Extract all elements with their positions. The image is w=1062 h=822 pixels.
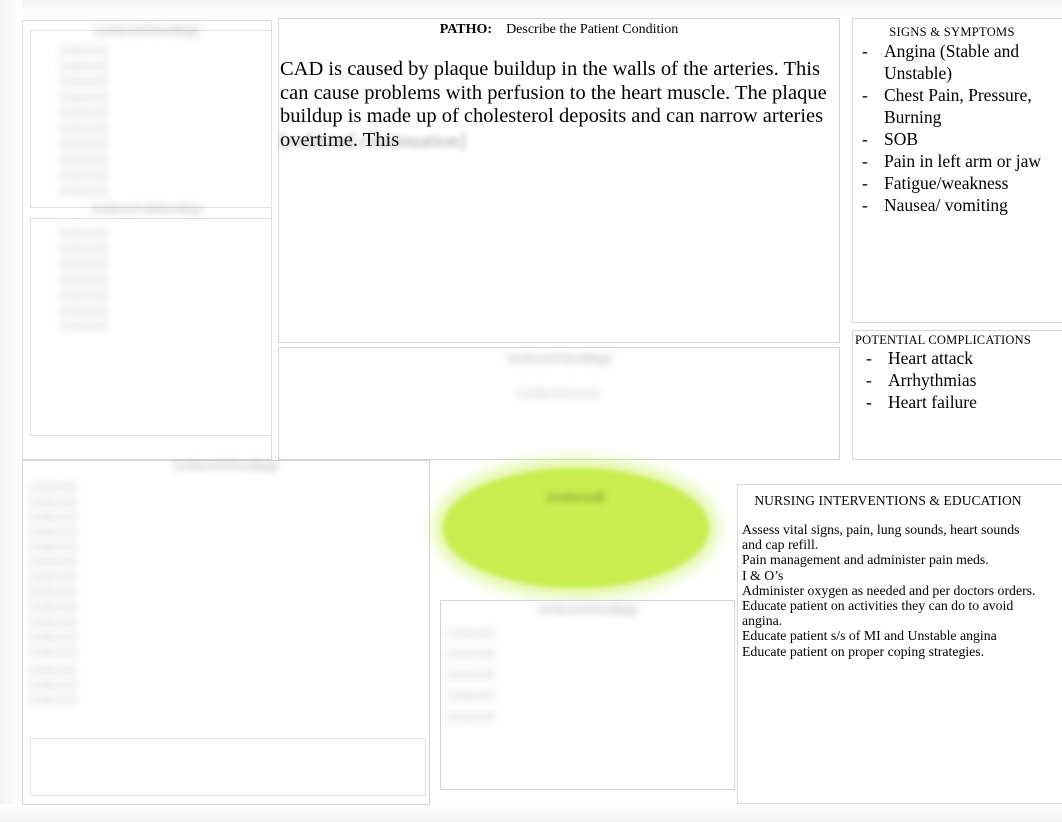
dash-bullet: -: [862, 173, 868, 193]
text-line: [redacted]: [60, 60, 107, 73]
text-line: [redacted]: [60, 227, 107, 239]
text-line: [redacted]: [60, 320, 107, 332]
text-line: [redacted]: [446, 688, 495, 702]
text-line: [redacted]: [30, 526, 77, 538]
text-line: [redacted]: [60, 258, 107, 270]
text-line: [redacted]: [446, 625, 495, 639]
top-left-lines-b: [redacted] [redacted] [redacted] [redact…: [60, 226, 275, 335]
list-item: - Arrhythmias: [866, 369, 1056, 391]
text-line: [redacted]: [30, 679, 77, 691]
dash-bullet: -: [866, 392, 872, 412]
patho-heading-text: Describe the Patient Condition: [506, 22, 679, 37]
bottom-middle-lines: [redacted] [redacted] [redacted] [redact…: [446, 622, 736, 727]
text-line: [redacted]: [60, 76, 107, 88]
list-item: - Angina (Stable and Unstable): [862, 40, 1062, 84]
text-line: [redacted]: [30, 664, 77, 676]
page-left-shading: [0, 0, 22, 822]
text-line: [redacted]: [60, 242, 107, 255]
list-item: - Fatigue/weakness: [862, 172, 1062, 194]
signs-symptoms-list: - Angina (Stable and Unstable) - Chest P…: [862, 40, 1062, 216]
list-item: - Heart failure: [866, 391, 1056, 413]
text-line: [redacted]: [60, 273, 107, 286]
potential-complications-list: - Heart attack - Arrhythmias - Heart fai…: [866, 347, 1056, 413]
concept-map-page: [redacted heading] [redacted subheading]…: [0, 0, 1062, 822]
list-item: - SOB: [862, 128, 1062, 150]
text-line: [redacted]: [60, 138, 107, 150]
text-line: [redacted]: [60, 304, 107, 317]
text-line: [redacted]: [30, 694, 77, 706]
dash-bullet: -: [862, 129, 868, 149]
text-line: [redacted]: [60, 169, 107, 181]
text-line: [redacted]: [30, 541, 77, 553]
middle-subtext: [redacted text]: [518, 386, 600, 401]
text-line: [redacted]: [60, 45, 107, 57]
text-line: [redacted]: [30, 481, 77, 493]
potential-complications-heading: POTENTIAL COMPLICATIONS: [854, 333, 1031, 347]
text-line: [redacted]: [446, 646, 495, 660]
list-item-label: Chest Pain, Pressure, Burning: [884, 85, 1032, 127]
page-top-shading: [0, 0, 1062, 16]
nursing-interventions-list: Assess vital signs, pain, lung sounds, h…: [742, 522, 1042, 659]
list-item-label: Pain in left arm or jaw: [884, 151, 1041, 171]
list-item: Educate patient s/s of MI and Unstable a…: [742, 628, 997, 644]
page-bottom-shading: [0, 804, 1062, 822]
patho-label: PATHO:: [439, 22, 493, 37]
text-line: [redacted]: [446, 709, 495, 723]
middle-heading: [redacted heading]: [506, 350, 612, 365]
list-item-label: Heart failure: [888, 392, 977, 412]
bottom-left-lines-secondary: [redacted] [redacted] [redacted]: [30, 663, 310, 708]
list-item-label: Arrhythmias: [888, 370, 977, 390]
text-line: [redacted]: [30, 586, 77, 598]
bottom-left-heading: [redacted heading]: [173, 457, 279, 472]
text-line: [redacted]: [60, 107, 107, 119]
dash-bullet: -: [862, 41, 868, 61]
list-item: - Nausea/ vomiting: [862, 194, 1062, 216]
list-item: - Pain in left arm or jaw: [862, 150, 1062, 172]
dash-bullet: -: [862, 195, 868, 215]
list-item: Educate patient on proper coping strateg…: [742, 643, 985, 659]
list-item-label: SOB: [884, 129, 919, 149]
bottom-left-subpanel: [30, 738, 426, 796]
patho-heading: PATHO: Describe the Patient Condition: [278, 22, 840, 38]
list-item: - Heart attack: [866, 347, 1056, 369]
text-line: [redacted]: [60, 122, 107, 135]
bottom-middle-heading: [redacted heading]: [537, 602, 638, 616]
nursing-interventions-heading: NURSING INTERVENTIONS & EDUCATION: [754, 493, 1022, 508]
text-line: [redacted]: [30, 616, 77, 628]
dash-bullet: -: [862, 85, 868, 105]
text-line: [redacted]: [30, 496, 77, 508]
list-item: Assess vital signs, pain, lung sounds, h…: [742, 522, 1020, 553]
text-line: [redacted]: [60, 184, 107, 197]
text-line: [redacted]: [30, 646, 77, 658]
signs-symptoms-heading: SIGNS & SYMPTOMS: [889, 25, 1015, 39]
central-topic-ellipse: [443, 468, 709, 588]
text-line: [redacted]: [30, 631, 77, 643]
text-line: [redacted]: [30, 571, 77, 583]
list-item-label: Fatigue/weakness: [884, 173, 1009, 193]
list-item: - Chest Pain, Pressure, Burning: [862, 84, 1062, 128]
top-left-subtitle: [redacted subheading]: [92, 203, 202, 215]
dash-bullet: -: [866, 348, 872, 368]
patho-body-continuation: [redacted continuation]: [280, 130, 467, 152]
top-left-title: [redacted heading]: [94, 22, 200, 37]
dash-bullet: -: [862, 151, 868, 171]
text-line: [redacted]: [30, 601, 77, 613]
list-item: I & O’s: [742, 567, 784, 583]
list-item: Pain management and administer pain meds…: [742, 552, 989, 568]
list-item: Educate patient on activities they can d…: [742, 598, 1014, 629]
text-line: [redacted]: [30, 511, 77, 523]
list-item-label: Heart attack: [888, 348, 974, 368]
text-line: [redacted]: [60, 91, 107, 104]
list-item: Administer oxygen as needed and per doct…: [742, 582, 1036, 598]
list-item-label: Nausea/ vomiting: [884, 195, 1008, 215]
top-left-lines-a: [redacted] [redacted] [redacted] [redact…: [60, 44, 260, 199]
central-topic-label: [redacted]: [547, 489, 605, 504]
list-item-label: Angina (Stable and Unstable): [884, 41, 1020, 83]
dash-bullet: -: [866, 370, 872, 390]
text-line: [redacted]: [446, 667, 495, 681]
bottom-left-lines: [redacted] [redacted] [redacted] [redact…: [30, 480, 330, 660]
text-line: [redacted]: [30, 556, 77, 568]
text-line: [redacted]: [60, 153, 107, 166]
text-line: [redacted]: [60, 289, 107, 301]
